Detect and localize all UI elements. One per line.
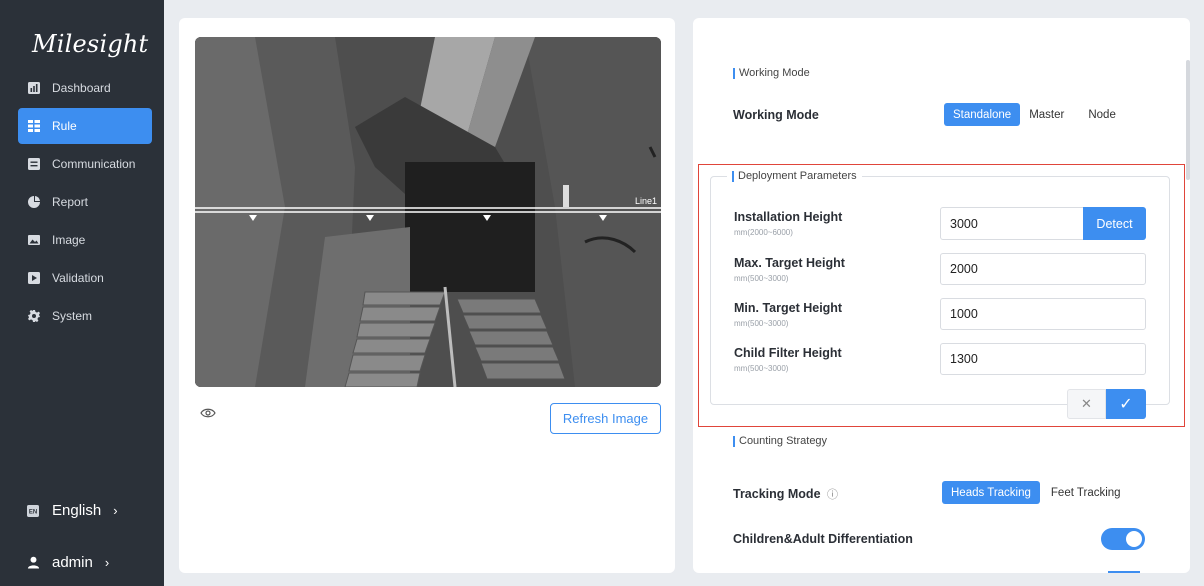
scrollbar-thumb[interactable] xyxy=(1186,60,1190,180)
rule-icon xyxy=(28,120,40,132)
max-target-height-label: Max. Target Height xyxy=(734,256,845,270)
validation-icon xyxy=(28,272,40,284)
sidebar-item-communication[interactable]: Communication xyxy=(18,146,152,182)
sidebar-item-label: Image xyxy=(52,233,86,247)
refresh-image-button[interactable]: Refresh Image xyxy=(550,403,661,434)
camera-preview[interactable]: Line1 xyxy=(195,37,661,387)
working-mode-option-standalone[interactable]: Standalone xyxy=(944,103,1021,126)
chevron-right-icon: › xyxy=(104,555,110,570)
close-icon: ✕ xyxy=(1081,396,1092,411)
brand-logo: Milesight xyxy=(32,30,149,58)
counting-strategy-section-title: Counting Strategy xyxy=(733,435,827,447)
working-mode-selector: Standalone Master Node xyxy=(944,103,1125,126)
cancel-button[interactable]: ✕ xyxy=(1067,389,1106,419)
dashboard-icon xyxy=(28,82,40,94)
sidebar-item-label: Report xyxy=(52,195,89,209)
sidebar-item-image[interactable]: Image xyxy=(18,222,152,258)
image-icon xyxy=(28,234,40,246)
tracking-option-feet[interactable]: Feet Tracking xyxy=(1042,481,1130,504)
next-row-toggle-edge xyxy=(1108,571,1140,573)
sidebar-item-rule[interactable]: Rule xyxy=(18,108,152,144)
language-switcher[interactable]: EN English › xyxy=(26,502,118,519)
children-adult-toggle[interactable] xyxy=(1101,528,1145,550)
confirm-button[interactable]: ✓ xyxy=(1106,389,1146,419)
svg-text:EN: EN xyxy=(29,509,37,515)
child-filter-height-label: Child Filter Height xyxy=(734,346,842,360)
sidebar-item-validation[interactable]: Validation xyxy=(18,260,152,296)
tracking-mode-label: Tracking Mode ⓘ xyxy=(733,487,839,501)
user-label: admin xyxy=(52,554,93,571)
report-icon xyxy=(28,196,40,208)
installation-height-label: Installation Height xyxy=(734,210,843,224)
user-menu[interactable]: admin › xyxy=(26,554,109,571)
line-label: Line1 xyxy=(635,196,657,206)
sidebar-item-label: Rule xyxy=(52,119,77,133)
child-filter-height-input[interactable]: 1300 xyxy=(940,343,1146,375)
language-label: English xyxy=(52,502,102,519)
chevron-right-icon: › xyxy=(113,503,118,518)
children-adult-differentiation-label: Children&Adult Differentiation xyxy=(733,532,913,546)
sidebar-item-label: Communication xyxy=(52,157,136,171)
communication-icon xyxy=(28,158,40,170)
child-filter-height-range: mm(500~3000) xyxy=(734,364,789,373)
working-mode-label: Working Mode xyxy=(733,108,819,122)
sidebar-item-label: Dashboard xyxy=(52,81,111,95)
working-mode-option-master[interactable]: Master xyxy=(1020,103,1073,126)
sidebar-item-label: Validation xyxy=(52,271,104,285)
sidebar-item-report[interactable]: Report xyxy=(18,184,152,220)
sidebar-item-label: System xyxy=(52,309,93,323)
system-icon xyxy=(28,310,40,322)
check-icon: ✓ xyxy=(1119,396,1133,413)
sidebar-item-dashboard[interactable]: Dashboard xyxy=(18,70,152,106)
max-target-height-range: mm(500~3000) xyxy=(734,274,789,283)
language-icon: EN xyxy=(26,504,40,518)
max-target-height-input[interactable]: 2000 xyxy=(940,253,1146,285)
sidebar: Milesight Dashboard Rule Communication R… xyxy=(0,0,164,586)
installation-height-range: mm(2000~6000) xyxy=(734,228,793,237)
sidebar-nav: Dashboard Rule Communication Report Imag… xyxy=(18,70,152,336)
min-target-height-range: mm(500~3000) xyxy=(734,319,789,328)
camera-image: Line1 xyxy=(195,37,661,387)
tracking-option-heads[interactable]: Heads Tracking xyxy=(942,481,1040,504)
toggle-knob xyxy=(1126,531,1142,547)
min-target-height-input[interactable]: 1000 xyxy=(940,298,1146,330)
eye-icon[interactable] xyxy=(200,406,216,418)
detect-button[interactable]: Detect xyxy=(1083,207,1146,240)
tracking-mode-selector: Heads Tracking Feet Tracking xyxy=(942,481,1130,504)
deployment-section-title: Deployment Parameters xyxy=(727,170,862,182)
working-mode-section-title: Working Mode xyxy=(733,67,810,79)
user-icon xyxy=(26,556,40,570)
sidebar-item-system[interactable]: System xyxy=(18,298,152,334)
min-target-height-label: Min. Target Height xyxy=(734,301,843,315)
installation-height-input[interactable]: 3000 xyxy=(940,207,1084,240)
info-icon[interactable]: ⓘ xyxy=(827,489,838,501)
working-mode-option-node[interactable]: Node xyxy=(1079,103,1125,126)
